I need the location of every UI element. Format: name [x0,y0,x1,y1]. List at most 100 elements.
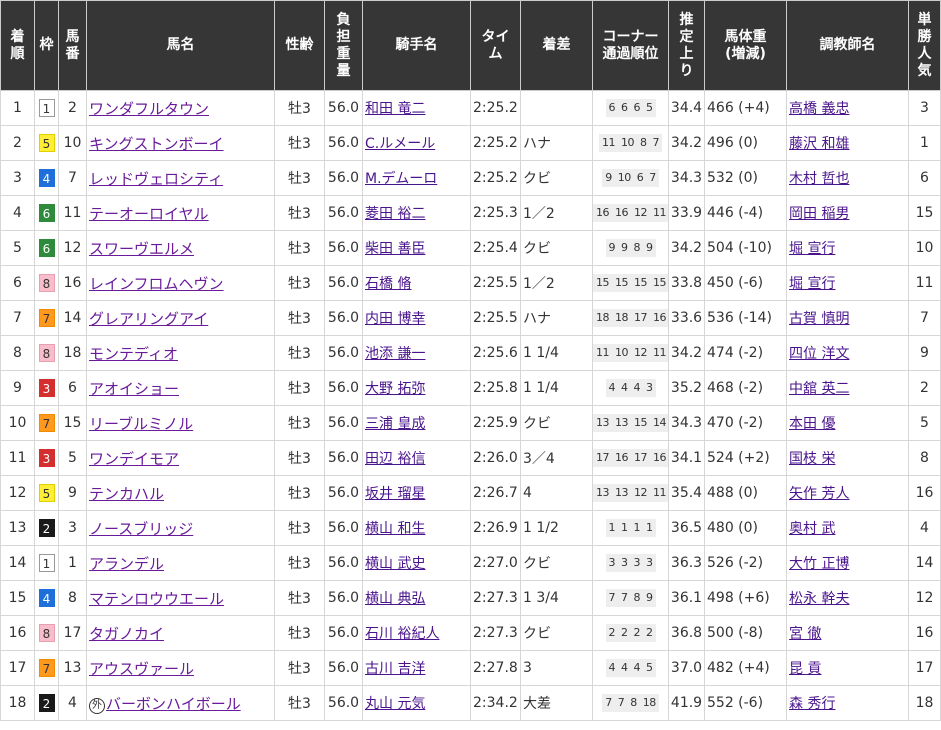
margin-cell: クビ [520,615,593,651]
table-row: 16 8 17 タガノカイ 牡3 56.0 石川 裕紀人 2:27.3 クビ 2 2 2 2 36.8 50… [0,615,941,651]
jockey-link[interactable]: 横山 典弘 [365,591,425,607]
corner-positions: 4443 [605,379,656,397]
jockey-link[interactable]: 大野 拓弥 [365,381,425,397]
popularity-cell: 16 [908,615,941,651]
corner-position: 8 [630,589,643,607]
horse-name-cell: マテンロウウエール [86,580,275,616]
trainer-cell: 岡田 稲男 [786,195,909,231]
trainer-cell: 矢作 芳人 [786,475,909,511]
corner-positions: 15 15 15 15 [593,274,668,292]
jockey-link[interactable]: 横山 和生 [365,521,425,537]
last3f-cell: 34.2 [668,125,705,161]
table-row: 11 3 5 ワンデイモア 牡3 56.0 田辺 裕信 2:26.0 3／4 17 16 17 16 34… [0,440,941,476]
horse-name-link[interactable]: アウスヴァール [89,660,194,678]
horse-name-link[interactable]: タガノカイ [89,625,164,643]
trainer-link[interactable]: 昆 貢 [789,661,821,677]
trainer-link[interactable]: 堀 宣行 [789,276,835,292]
header-jockey-line: 騎手名 [395,37,438,53]
sex-age-cell: 牡3 [274,615,325,651]
trainer-link[interactable]: 木村 哲也 [789,171,849,187]
trainer-link[interactable]: 国枝 栄 [789,451,835,467]
last3f-cell: 34.3 [668,160,705,196]
corner-position: 2 [605,624,618,642]
trainer-link[interactable]: 大竹 正博 [789,556,849,572]
jockey-link[interactable]: C.ルメール [365,136,435,152]
horse-name-link[interactable]: マテンロウウエール [89,590,224,608]
sex-age-cell: 牡3 [274,685,325,721]
horse-name-link[interactable]: バーボンハイボール [106,695,241,713]
horse-name-link[interactable]: リーブルミノル [89,415,193,433]
jockey-link[interactable]: 石川 裕紀人 [365,626,439,642]
horse-name-link[interactable]: キングストンボーイ [89,135,224,153]
popularity-cell: 14 [908,545,941,581]
margin-cell: 1 1/4 [520,370,593,406]
header-trainer-line: 調教師名 [819,37,876,53]
horse-number-cell: 10 [58,125,87,161]
table-row: 18 2 4 外バーボンハイボール 牡3 56.0 丸山 元気 2:34.2 大差 7 7 8 18 41… [0,685,941,721]
jockey-link[interactable]: 内田 博幸 [365,311,425,327]
jockey-link[interactable]: 坂井 瑠星 [365,486,425,502]
body-weight-cell: 488 (0) [704,475,787,511]
corner-position: 11 [599,134,618,152]
trainer-link[interactable]: 矢作 芳人 [789,486,849,502]
horse-name-link[interactable]: ノースブリッジ [89,520,193,538]
horse-name-link[interactable]: グレアリングアイ [89,310,208,328]
frame-cell: 6 [34,230,59,266]
trainer-link[interactable]: 藤沢 和雄 [789,136,849,152]
jockey-link[interactable]: 柴田 善臣 [365,241,425,257]
corner-cell: 6665 [592,90,669,126]
horse-name-link[interactable]: テンカハル [89,485,164,503]
jockey-link[interactable]: 古川 吉洋 [365,661,425,677]
horse-name-link[interactable]: モンテディオ [89,345,178,363]
jockey-link[interactable]: 田辺 裕信 [365,451,425,467]
margin-cell: 4 [520,475,593,511]
jockey-link[interactable]: 石橋 脩 [365,276,411,292]
jockey-link[interactable]: 横山 武史 [365,556,425,572]
body-weight-cell: 500 (-8) [704,615,787,651]
rank-cell: 2 [0,125,35,161]
header-margin-line: 着差 [542,37,571,53]
corner-position: 1 [605,519,618,537]
jockey-link[interactable]: 三浦 皇成 [365,416,425,432]
trainer-link[interactable]: 古賀 慎明 [789,311,849,327]
trainer-link[interactable]: 本田 優 [789,416,835,432]
frame-cell: 8 [34,265,59,301]
header-time: タイム [470,0,521,91]
time-cell: 2:25.4 [470,230,521,266]
horse-name-link[interactable]: アランデル [89,555,164,573]
horse-name-link[interactable]: ワンデイモア [89,450,179,468]
horse-name-link[interactable]: レッドヴェロシティ [89,170,223,188]
horse-name-link[interactable]: スワーヴエルメ [89,240,194,258]
trainer-link[interactable]: 宮 徹 [789,626,821,642]
corner-position: 1 [643,519,656,537]
trainer-link[interactable]: 四位 洋文 [789,346,849,362]
corner-cell: 4443 [592,370,669,406]
trainer-link[interactable]: 森 秀行 [789,696,835,712]
horse-name-link[interactable]: テーオーロイヤル [89,205,209,223]
trainer-link[interactable]: 松永 幹夫 [789,591,849,607]
sex-age-cell: 牡3 [274,440,325,476]
horse-name-link[interactable]: レインフロムヘヴン [89,275,224,293]
trainer-link[interactable]: 岡田 稲男 [789,206,849,222]
trainer-link[interactable]: 中舘 英二 [789,381,849,397]
horse-name-link[interactable]: ワンダフルタウン [89,100,209,118]
body-weight-cell: 450 (-6) [704,265,787,301]
trainer-link[interactable]: 奥村 武 [789,521,835,537]
popularity-cell: 16 [908,475,941,511]
margin-cell: 大差 [520,685,593,721]
jockey-link[interactable]: 和田 竜二 [365,101,425,117]
trainer-link[interactable]: 堀 宣行 [789,241,835,257]
table-row: 9 3 6 アオイショー 牡3 56.0 大野 拓弥 2:25.8 1 1/4 4 4 4 3 35.2 4… [0,370,941,406]
jockey-link[interactable]: 菱田 裕二 [365,206,425,222]
jockey-link[interactable]: 丸山 元気 [365,696,425,712]
jockey-link[interactable]: 池添 謙一 [365,346,425,362]
jockey-link[interactable]: M.デムーロ [365,171,437,187]
body-weight-cell: 474 (-2) [704,335,787,371]
frame-cell: 5 [34,125,59,161]
time-cell: 2:26.9 [470,510,521,546]
horse-name-link[interactable]: アオイショー [89,380,179,398]
horse-number-cell: 11 [58,195,87,231]
corner-position: 12 [631,484,650,502]
corner-position: 5 [643,99,656,117]
trainer-link[interactable]: 高橋 義忠 [789,101,849,117]
